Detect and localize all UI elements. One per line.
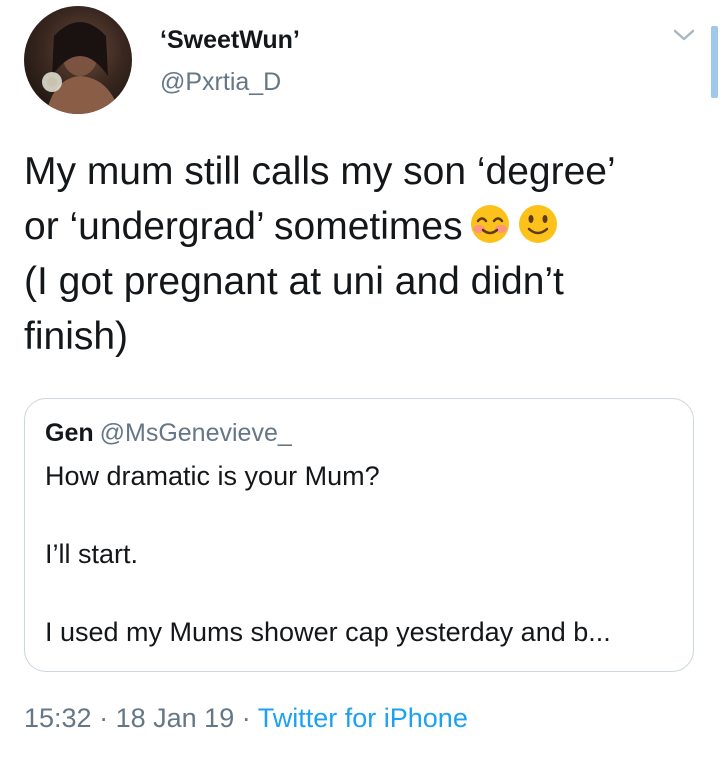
tweet-date[interactable]: 18 Jan 19 <box>116 703 235 733</box>
display-name[interactable]: ‘SweetWun’ <box>160 26 300 55</box>
scrollbar[interactable] <box>711 26 718 98</box>
quoted-tweet-line: I’ll start. <box>45 539 139 569</box>
avatar-photo <box>42 22 120 114</box>
tweet-source-link[interactable]: Twitter for iPhone <box>258 703 468 733</box>
separator-dot: · <box>99 703 109 733</box>
tweet-text: My mum still calls my son ‘degree’ or ‘u… <box>24 144 704 364</box>
quoted-tweet-card[interactable]: Gen @MsGenevieve_ How dramatic is your Mu… <box>24 398 694 672</box>
quoted-tweet-header: Gen @MsGenevieve_ <box>45 419 292 448</box>
tweet-line: (I got pregnant at uni and didn’t <box>24 260 564 303</box>
tweet-metadata: 15:32 · 18 Jan 19 · Twitter for iPhone <box>24 703 468 734</box>
tweet-line: finish) <box>24 315 129 358</box>
tweet-line: My mum still calls my son ‘degree’ <box>24 150 616 193</box>
quoted-tweet-line: I used my Mums shower cap yesterday and … <box>45 617 611 647</box>
smiling-face-with-smiling-eyes-icon <box>469 203 511 245</box>
quoted-tweet-line: How dramatic is your Mum? <box>45 461 380 491</box>
quoted-tweet-name: Gen <box>45 419 94 447</box>
chevron-down-icon[interactable] <box>672 26 696 44</box>
separator-dot: · <box>241 703 251 733</box>
tweet-time[interactable]: 15:32 <box>24 703 92 733</box>
slightly-smiling-face-icon <box>517 203 559 245</box>
quoted-tweet-handle: @MsGenevieve_ <box>99 419 292 447</box>
user-handle[interactable]: @Pxrtia_D <box>160 68 281 97</box>
avatar[interactable] <box>24 6 132 114</box>
tweet-line-with-emojis: or ‘undergrad’ sometimes <box>24 199 704 254</box>
tweet-line: or ‘undergrad’ sometimes <box>24 205 463 248</box>
